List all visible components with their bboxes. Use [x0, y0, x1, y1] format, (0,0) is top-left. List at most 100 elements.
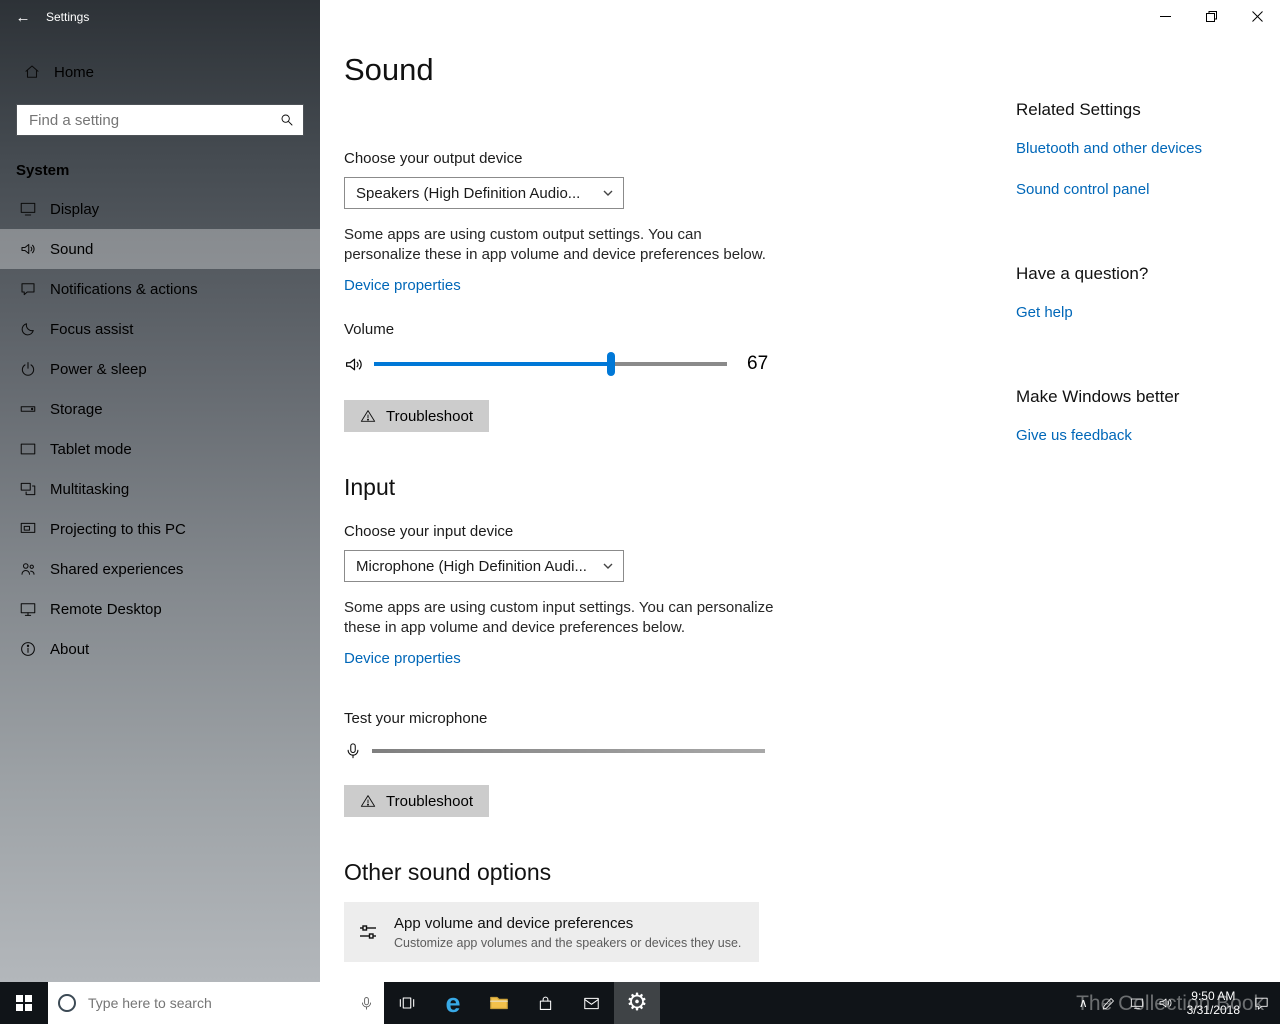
sidebar-item-label: Notifications & actions: [50, 280, 198, 298]
sidebar-item-projecting[interactable]: Projecting to this PC: [0, 509, 320, 549]
input-note: Some apps are using custom input setting…: [344, 599, 774, 636]
search-icon[interactable]: [279, 112, 295, 128]
power-icon: [18, 360, 38, 378]
cortana-icon: [58, 994, 76, 1012]
sidebar-item-label: Focus assist: [50, 320, 134, 338]
volume-label: Volume: [344, 321, 395, 338]
sidebar-item-label: Storage: [50, 400, 103, 418]
sidebar-item-label: Projecting to this PC: [50, 520, 186, 538]
sidebar-item-focus-assist[interactable]: Focus assist: [0, 309, 320, 349]
remote-desktop-icon: [18, 600, 38, 618]
troubleshoot-label: Troubleshoot: [386, 792, 473, 810]
shared-experiences-icon: [18, 560, 38, 578]
volume-slider[interactable]: [374, 352, 727, 376]
warning-icon: [360, 793, 376, 809]
settings-search-box[interactable]: [16, 104, 304, 136]
sidebar-item-power-sleep[interactable]: Power & sleep: [0, 349, 320, 389]
related-settings-column: Related Settings Bluetooth and other dev…: [1016, 100, 1276, 444]
settings-taskbar-icon[interactable]: ⚙: [614, 982, 660, 1024]
hidden-icons-chevron[interactable]: ∧: [1079, 996, 1088, 1010]
sidebar-item-label: Remote Desktop: [50, 600, 162, 618]
minimize-button[interactable]: [1142, 0, 1188, 32]
notifications-icon: [18, 280, 38, 298]
network-icon[interactable]: [1129, 995, 1145, 1011]
storage-icon: [18, 400, 38, 418]
input-device-dropdown[interactable]: Microphone (High Definition Audi...: [344, 550, 624, 582]
focus-assist-icon: [18, 320, 38, 338]
sidebar-item-label: About: [50, 640, 90, 658]
related-settings-heading: Related Settings: [1016, 100, 1141, 119]
have-question-heading: Have a question?: [1016, 264, 1149, 283]
page-title: Sound: [344, 52, 434, 87]
home-icon: [22, 63, 42, 81]
app-volume-title: App volume and device preferences: [394, 914, 634, 932]
taskbar-clock[interactable]: 9:50 AM 3/31/2018: [1187, 989, 1240, 1017]
give-feedback-link[interactable]: Give us feedback: [1016, 427, 1276, 444]
input-troubleshoot-button[interactable]: Troubleshoot: [344, 785, 489, 817]
start-button[interactable]: [0, 982, 48, 1024]
taskbar-mic-icon[interactable]: [359, 995, 374, 1012]
restore-button[interactable]: [1188, 0, 1234, 32]
multitasking-icon: [18, 480, 38, 498]
edge-icon[interactable]: e: [430, 982, 476, 1024]
sound-control-panel-link[interactable]: Sound control panel: [1016, 181, 1276, 198]
sidebar-item-display[interactable]: Display: [0, 189, 320, 229]
bluetooth-devices-link[interactable]: Bluetooth and other devices: [1016, 140, 1276, 157]
sidebar-item-about[interactable]: About: [0, 629, 320, 669]
input-section-heading: Input: [344, 474, 396, 500]
sidebar-item-sound[interactable]: Sound: [0, 229, 320, 269]
clock-time: 9:50 AM: [1191, 989, 1236, 1003]
sidebar-item-remote-desktop[interactable]: Remote Desktop: [0, 589, 320, 629]
sidebar-item-label: Tablet mode: [50, 440, 132, 458]
microphone-icon: [344, 741, 362, 761]
sidebar-item-tablet-mode[interactable]: Tablet mode: [0, 429, 320, 469]
back-icon[interactable]: ←: [0, 9, 46, 26]
taskbar-search-input[interactable]: [86, 994, 349, 1012]
volume-slider-fill: [374, 362, 611, 366]
microphone-level-bar: [372, 749, 765, 753]
settings-search-input[interactable]: [27, 110, 279, 130]
sidebar-item-notifications[interactable]: Notifications & actions: [0, 269, 320, 309]
task-view-button[interactable]: [384, 982, 430, 1024]
output-note: Some apps are using custom output settin…: [344, 226, 766, 263]
windows-logo-icon: [16, 995, 32, 1011]
sidebar-item-label: Sound: [50, 240, 94, 258]
window-title: Settings: [46, 10, 90, 24]
sound-icon: [18, 240, 38, 258]
app-volume-preferences-item[interactable]: App volume and device preferences Custom…: [344, 902, 759, 962]
sidebar-item-label: Display: [50, 200, 100, 218]
projecting-icon: [18, 520, 38, 538]
sidebar-item-shared-experiences[interactable]: Shared experiences: [0, 549, 320, 589]
volume-slider-row: 67: [344, 352, 814, 376]
mail-icon[interactable]: [568, 982, 614, 1024]
taskbar-search-box[interactable]: [48, 982, 384, 1024]
about-icon: [18, 640, 38, 658]
output-device-label: Choose your output device: [344, 150, 523, 167]
volume-value: 67: [747, 353, 769, 374]
system-tray: ∧ 9:50 AM 3/31/2018: [1079, 982, 1280, 1024]
warning-icon: [360, 408, 376, 424]
volume-slider-thumb[interactable]: [606, 352, 615, 376]
output-device-value: Speakers (High Definition Audio...: [356, 184, 581, 202]
other-options-heading: Other sound options: [344, 859, 552, 885]
pen-icon[interactable]: [1101, 996, 1116, 1011]
output-device-properties-link[interactable]: Device properties: [344, 277, 461, 294]
output-troubleshoot-button[interactable]: Troubleshoot: [344, 400, 489, 432]
file-explorer-icon[interactable]: [476, 982, 522, 1024]
microphone-test-row: [344, 741, 814, 761]
close-button[interactable]: [1234, 0, 1280, 32]
sidebar-item-storage[interactable]: Storage: [0, 389, 320, 429]
action-center-icon[interactable]: [1253, 995, 1270, 1012]
get-help-link[interactable]: Get help: [1016, 304, 1276, 321]
sidebar-item-home[interactable]: Home: [0, 52, 320, 92]
sidebar-item-label: Multitasking: [50, 480, 130, 498]
chevron-down-icon: [602, 187, 614, 199]
sidebar-item-label: Power & sleep: [50, 360, 147, 378]
sidebar-item-multitasking[interactable]: Multitasking: [0, 469, 320, 509]
store-icon[interactable]: [522, 982, 568, 1024]
tray-volume-icon[interactable]: [1158, 995, 1174, 1011]
equalizer-icon: [356, 920, 380, 944]
output-device-dropdown[interactable]: Speakers (High Definition Audio...: [344, 177, 624, 209]
input-device-properties-link[interactable]: Device properties: [344, 650, 461, 667]
chevron-down-icon: [602, 560, 614, 572]
